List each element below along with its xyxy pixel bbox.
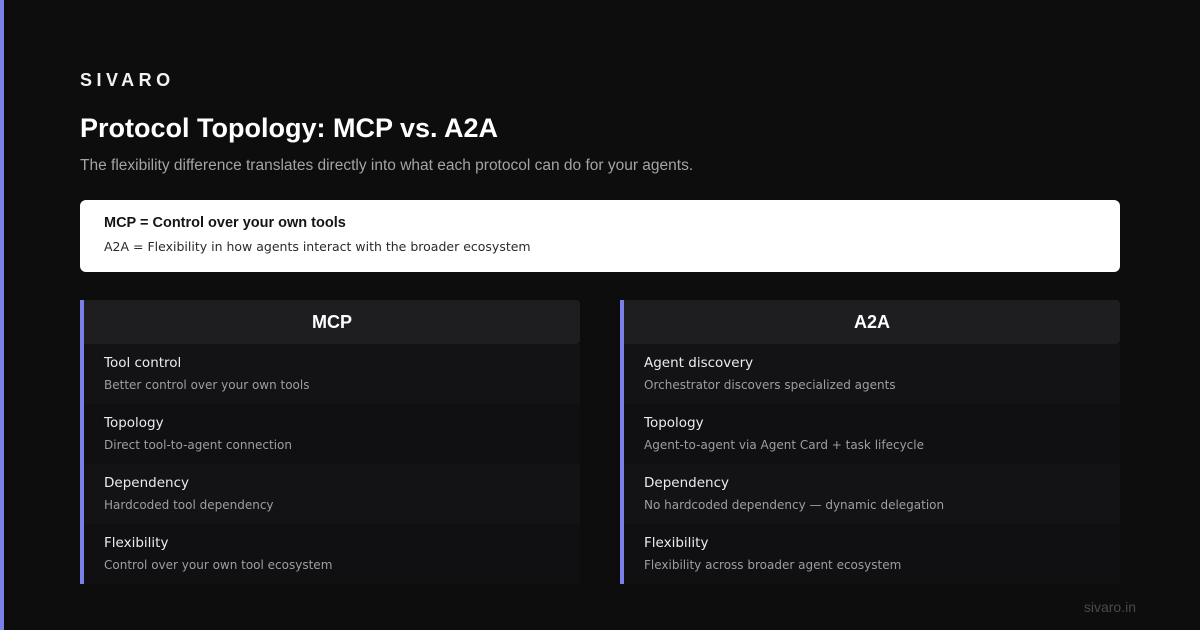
page-title: Protocol Topology: MCP vs. A2A	[80, 113, 499, 143]
row-description: No hardcoded dependency — dynamic delega…	[644, 498, 945, 512]
comparison-row: Topology Direct tool-to-agent connection	[84, 404, 580, 464]
row-label: Flexibility	[104, 535, 169, 551]
row-label: Dependency	[644, 475, 729, 491]
row-label: Topology	[104, 415, 164, 431]
column-heading: A2A	[624, 300, 1120, 344]
summary-callout: MCP = Control over your own tools A2A = …	[80, 200, 1120, 272]
row-label: Flexibility	[644, 535, 709, 551]
row-description: Agent-to-agent via Agent Card + task lif…	[644, 438, 924, 452]
row-description: Flexibility across broader agent ecosyst…	[644, 558, 902, 572]
column-rows: Agent discovery Orchestrator discovers s…	[624, 344, 1120, 584]
comparison-row: Dependency No hardcoded dependency — dyn…	[624, 464, 1120, 524]
a2a-column: A2A Agent discovery Orchestrator discove…	[620, 300, 1120, 584]
comparison-row: Flexibility Flexibility across broader a…	[624, 524, 1120, 584]
comparison-row: Topology Agent-to-agent via Agent Card +…	[624, 404, 1120, 464]
comparison-row: Agent discovery Orchestrator discovers s…	[624, 344, 1120, 404]
slide: SIVARO Protocol Topology: MCP vs. A2A Th…	[0, 0, 1200, 630]
comparison-row: Tool control Better control over your ow…	[84, 344, 580, 404]
comparison-row: Flexibility Control over your own tool e…	[84, 524, 580, 584]
left-accent-bar	[0, 0, 4, 630]
callout-main-text: MCP = Control over your own tools	[104, 215, 346, 231]
row-description: Direct tool-to-agent connection	[104, 438, 292, 452]
row-label: Agent discovery	[644, 355, 754, 371]
row-description: Orchestrator discovers specialized agent…	[644, 378, 896, 392]
footer-url: sivaro.in	[1083, 599, 1136, 615]
column-rows: Tool control Better control over your ow…	[84, 344, 580, 584]
mcp-column: MCP Tool control Better control over you…	[80, 300, 580, 584]
brand-logo: SIVARO	[80, 70, 175, 90]
page-subtitle: The flexibility difference translates di…	[80, 157, 694, 174]
row-label: Dependency	[104, 475, 189, 491]
row-description: Control over your own tool ecosystem	[104, 558, 333, 572]
row-label: Tool control	[104, 355, 182, 371]
comparison-row: Dependency Hardcoded tool dependency	[84, 464, 580, 524]
row-description: Better control over your own tools	[104, 378, 310, 392]
row-label: Topology	[644, 415, 704, 431]
callout-sub-text: A2A = Flexibility in how agents interact…	[104, 239, 531, 254]
row-description: Hardcoded tool dependency	[104, 498, 274, 512]
column-heading: MCP	[84, 300, 580, 344]
